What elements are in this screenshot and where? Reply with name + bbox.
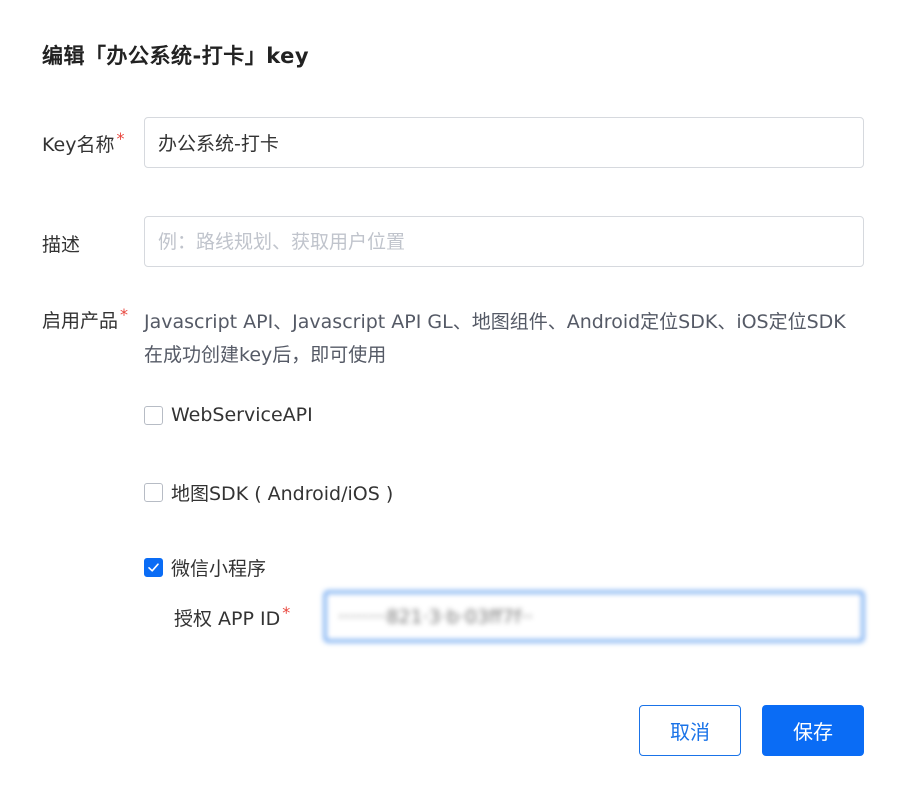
checkbox-map-sdk[interactable]: 地图SDK ( Android/iOS )	[144, 479, 393, 506]
check-icon	[148, 563, 159, 572]
appid-input[interactable]	[324, 591, 864, 642]
required-mark: *	[116, 129, 125, 148]
appid-label: 授权 APP ID *	[174, 603, 291, 631]
products-label: 启用产品 *	[42, 305, 129, 333]
checkbox-webserviceapi[interactable]: WebServiceAPI	[144, 404, 313, 426]
checkbox-box[interactable]	[144, 483, 163, 502]
products-note: Javascript API、Javascript API GL、地图组件、An…	[144, 311, 846, 366]
dialog-title: 编辑「办公系统-打卡」key	[42, 44, 310, 68]
key-name-input[interactable]	[144, 117, 864, 168]
checkbox-label: 微信小程序	[171, 558, 267, 580]
appid-label-text: 授权 APP ID	[174, 608, 281, 630]
description-label: 描述	[42, 234, 81, 256]
required-mark: *	[282, 603, 291, 622]
checkbox-wechat-miniprogram[interactable]: 微信小程序	[144, 554, 266, 581]
key-name-label-text: Key名称	[42, 134, 115, 156]
cancel-button[interactable]: 取消	[639, 705, 741, 756]
checkbox-label: 地图SDK ( Android/iOS )	[171, 483, 394, 505]
save-button[interactable]: 保存	[762, 705, 864, 756]
checkbox-box-checked[interactable]	[144, 558, 163, 577]
checkbox-box[interactable]	[144, 405, 163, 425]
checkbox-label: WebServiceAPI	[171, 404, 313, 426]
description-input[interactable]	[144, 216, 864, 267]
products-label-text: 启用产品	[42, 310, 119, 332]
key-name-label: Key名称 *	[42, 129, 125, 157]
required-mark: *	[120, 305, 129, 324]
